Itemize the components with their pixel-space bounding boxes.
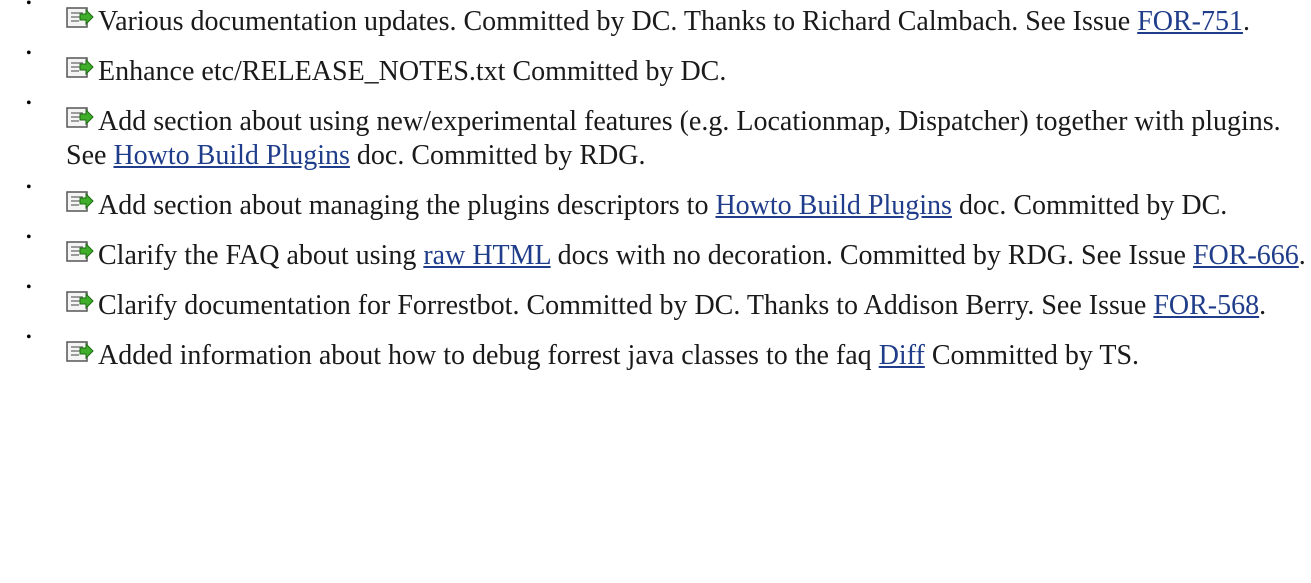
update-doc-icon [66, 191, 94, 215]
bullet: • [26, 95, 32, 112]
change-text: Added information about how to debug for… [98, 340, 879, 371]
bullet: • [26, 0, 32, 12]
change-item: • Clarify documentation for Forrestbot. C… [26, 279, 1311, 323]
bullet: • [26, 229, 32, 246]
bullet: • [26, 329, 32, 346]
change-text: Enhance etc/RELEASE_NOTES.txt Committed … [98, 56, 727, 87]
change-text: doc. Committed by DC. [951, 190, 1228, 221]
bullet: • [26, 179, 32, 196]
update-doc-icon [66, 341, 94, 365]
change-text: . [1298, 240, 1306, 271]
change-text: docs with no decoration. Committed by RD… [550, 240, 1193, 271]
change-item: • Enhance etc/RELEASE_NOTES.txt Committed… [26, 45, 1311, 89]
change-text: Various documentation updates. Committed… [98, 6, 1138, 37]
change-item: • Add section about using new/experimenta… [26, 95, 1311, 173]
change-item: • Various documentation updates. Committe… [26, 0, 1311, 39]
issue-link[interactable]: FOR-666 [1193, 240, 1299, 271]
change-text: Clarify the FAQ about using [98, 240, 424, 271]
change-text: Add section about managing the plugins d… [98, 190, 716, 221]
change-text: doc. Committed by RDG. [349, 140, 646, 171]
change-text: . [1243, 6, 1250, 37]
changes-list: • Various documentation updates. Committe… [0, 0, 1311, 373]
update-doc-icon [66, 241, 94, 265]
issue-link[interactable]: FOR-568 [1153, 290, 1259, 321]
issue-link[interactable]: Diff [879, 340, 925, 371]
update-doc-icon [66, 7, 94, 31]
issue-link[interactable]: FOR-751 [1137, 6, 1243, 37]
issue-link[interactable]: raw HTML [423, 240, 550, 271]
change-text: . [1259, 290, 1267, 321]
bullet: • [26, 45, 32, 62]
change-text: Clarify documentation for Forrestbot. Co… [98, 290, 1154, 321]
issue-link[interactable]: Howto Build Plugins [113, 140, 349, 171]
change-text: Committed by TS. [924, 340, 1140, 371]
change-item: • Added information about how to debug fo… [26, 329, 1311, 373]
change-item: • Add section about managing the plugins … [26, 179, 1311, 223]
issue-link[interactable]: Howto Build Plugins [715, 190, 951, 221]
update-doc-icon [66, 107, 94, 131]
change-item: • Clarify the FAQ about using raw HTML do… [26, 229, 1311, 273]
update-doc-icon [66, 57, 94, 81]
bullet: • [26, 279, 32, 296]
update-doc-icon [66, 291, 94, 315]
